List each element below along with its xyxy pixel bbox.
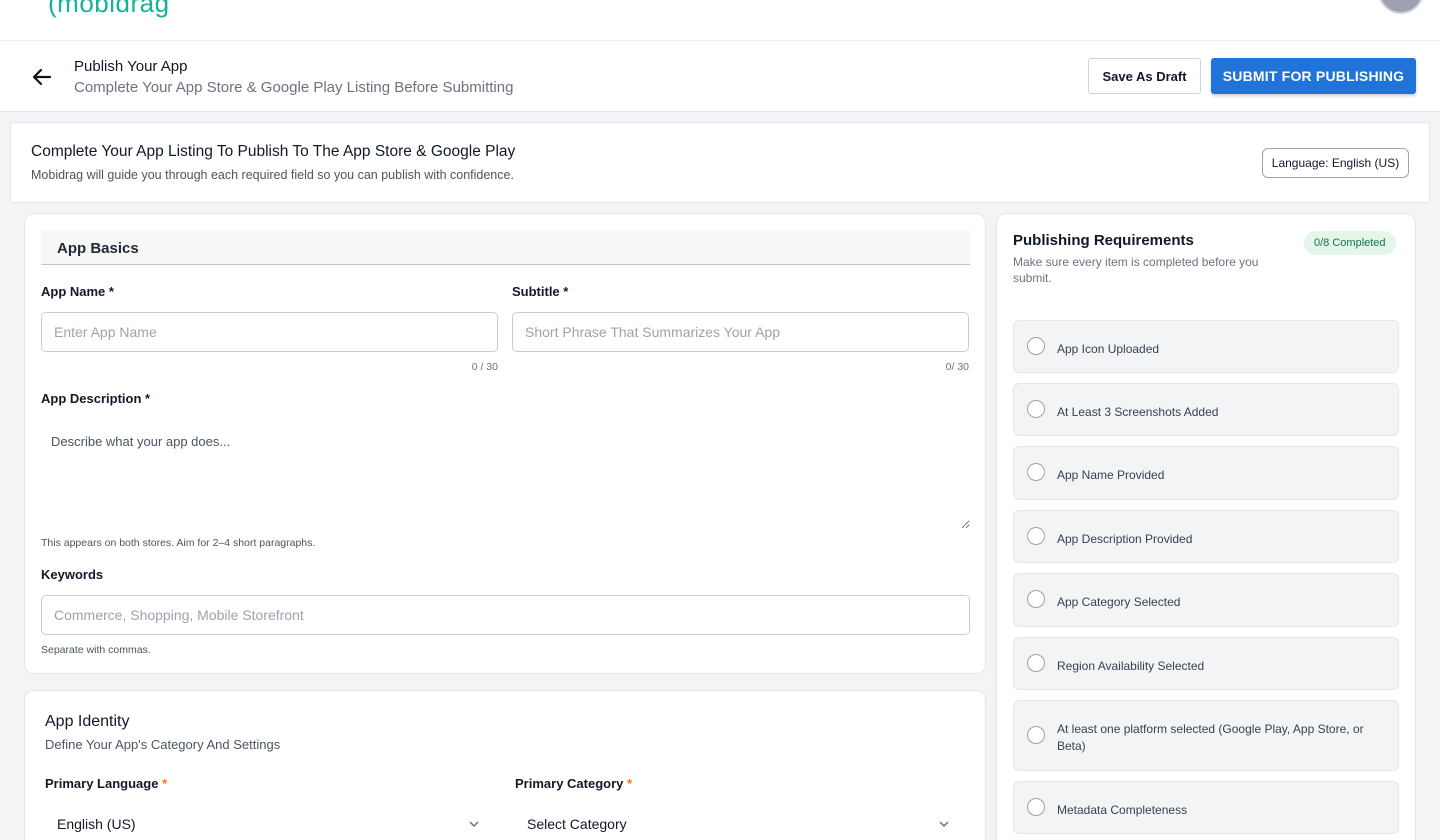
primary-language-select[interactable]: English (US) [45,807,491,840]
page-title: Publish Your App [74,58,188,75]
requirements-subtitle: Make sure every item is completed before… [1013,255,1259,285]
requirement-label: App Name Provided [1057,468,1165,482]
requirement-item[interactable]: At least one platform selected (Google P… [1013,700,1399,771]
identity-subtitle: Define Your App's Category And Settings [45,737,281,752]
submit-for-publishing-button[interactable]: SUBMIT FOR PUBLISHING [1211,58,1416,94]
section-header: App Basics [41,230,970,265]
keywords-label: Keywords [41,567,104,582]
app-description-textarea[interactable] [41,424,970,529]
chevron-down-icon [469,821,479,828]
back-arrow-icon[interactable] [30,65,54,89]
requirement-item[interactable]: Metadata Completeness [1013,781,1399,834]
unchecked-circle-icon [1027,726,1045,744]
subtitle-input[interactable] [512,312,969,352]
requirement-label: Metadata Completeness [1057,803,1188,817]
unchecked-circle-icon [1027,590,1045,608]
requirement-label: At Least 3 Screenshots Added [1057,405,1219,419]
requirement-label: Region Availability Selected [1057,659,1205,673]
unchecked-circle-icon [1027,654,1045,672]
primary-category-select[interactable]: Select Category [515,807,961,840]
identity-title: App Identity [45,713,130,730]
requirements-title: Publishing Requirements [1013,232,1194,249]
avatar[interactable] [1378,0,1424,14]
app-name-input[interactable] [41,312,498,352]
requirement-item[interactable]: App Name Provided [1013,446,1399,500]
publishing-requirements-card: Publishing Requirements Make sure every … [996,213,1416,840]
save-draft-button[interactable]: Save As Draft [1088,58,1201,94]
language-button[interactable]: Language: English (US) [1262,148,1409,178]
requirement-label: App Category Selected [1057,595,1181,609]
requirement-label: App Description Provided [1057,532,1193,546]
intro-title: Complete Your App Listing To Publish To … [31,143,516,160]
chevron-down-icon [939,821,949,828]
primary-category-label: Primary Category * [515,776,633,791]
primary-language-value: English (US) [57,816,136,832]
app-name-counter: 0 / 30 [471,361,498,373]
required-mark: * [162,776,168,791]
description-hint: This appears on both stores. Aim for 2–4… [41,537,316,549]
keywords-input[interactable] [41,595,970,635]
app-name-label: App Name * [41,284,114,299]
completion-badge: 0/8 Completed [1304,231,1396,255]
requirement-item[interactable]: Region Availability Selected [1013,637,1399,690]
unchecked-circle-icon [1027,400,1045,418]
page-subtitle: Complete Your App Store & Google Play Li… [74,79,514,96]
subtitle-label: Subtitle * [512,284,569,299]
requirement-label: At least one platform selected (Google P… [1057,722,1364,753]
logo[interactable]: (mobidrag [48,0,170,19]
unchecked-circle-icon [1027,463,1045,481]
app-description-label: App Description * [41,391,151,406]
unchecked-circle-icon [1027,798,1045,816]
unchecked-circle-icon [1027,527,1045,545]
page-header: Publish Your App Complete Your App Store… [0,41,1440,112]
unchecked-circle-icon [1027,337,1045,355]
top-bar: (mobidrag [0,0,1440,41]
requirement-item[interactable]: App Description Provided [1013,510,1399,563]
keywords-hint: Separate with commas. [41,644,151,656]
app-basics-card: App Basics App Name * 0 / 30 Subtitle * … [24,213,986,674]
intro-banner: Complete Your App Listing To Publish To … [10,122,1430,203]
primary-category-value: Select Category [527,816,627,832]
primary-language-label: Primary Language * [45,776,168,791]
requirement-item[interactable]: App Category Selected [1013,573,1399,627]
section-title: App Basics [57,240,139,257]
requirement-label: App Icon Uploaded [1057,342,1160,356]
app-identity-card: App Identity Define Your App's Category … [24,690,986,840]
required-mark: * [627,776,633,791]
subtitle-counter: 0/ 30 [945,361,969,373]
intro-subtitle: Mobidrag will guide you through each req… [31,168,514,182]
requirement-item[interactable]: At Least 3 Screenshots Added [1013,383,1399,436]
requirement-item[interactable]: App Icon Uploaded [1013,320,1399,373]
